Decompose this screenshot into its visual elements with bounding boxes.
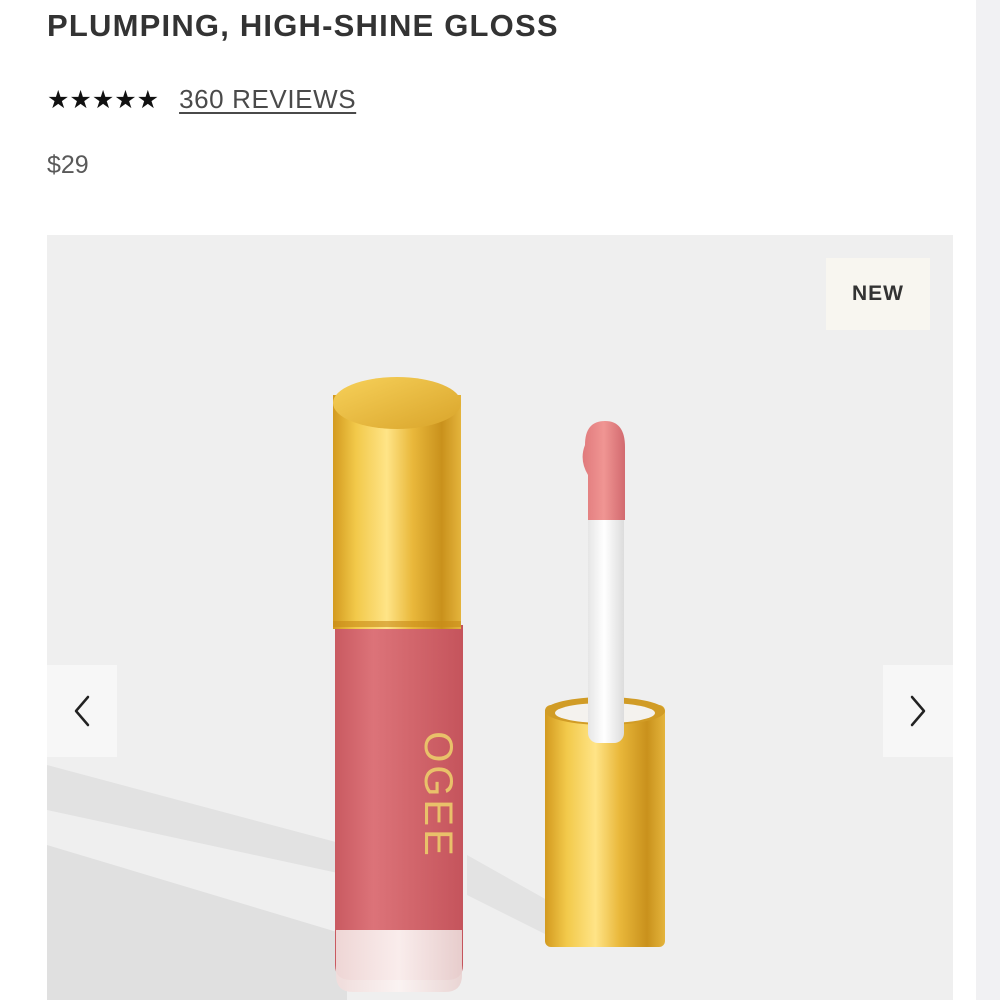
chevron-right-icon [910, 695, 926, 727]
product-price: $29 [47, 151, 89, 179]
scrollbar-track[interactable] [976, 0, 1000, 1000]
rating-row: ★★★★★ 360 REVIEWS [47, 82, 356, 116]
product-image: OGEE [47, 377, 665, 1000]
brand-mark: OGEE [416, 731, 460, 859]
product-image-gallery[interactable]: OGEE NEW [47, 235, 953, 1000]
gallery-prev-button[interactable] [47, 665, 117, 757]
gallery-next-button[interactable] [883, 665, 953, 757]
new-badge: NEW [826, 258, 930, 330]
star-rating: ★★★★★ [47, 84, 160, 114]
reviews-link[interactable]: 360 REVIEWS [179, 84, 356, 115]
chevron-left-icon [74, 695, 90, 727]
product-title: PLUMPING, HIGH-SHINE GLOSS [47, 8, 559, 43]
